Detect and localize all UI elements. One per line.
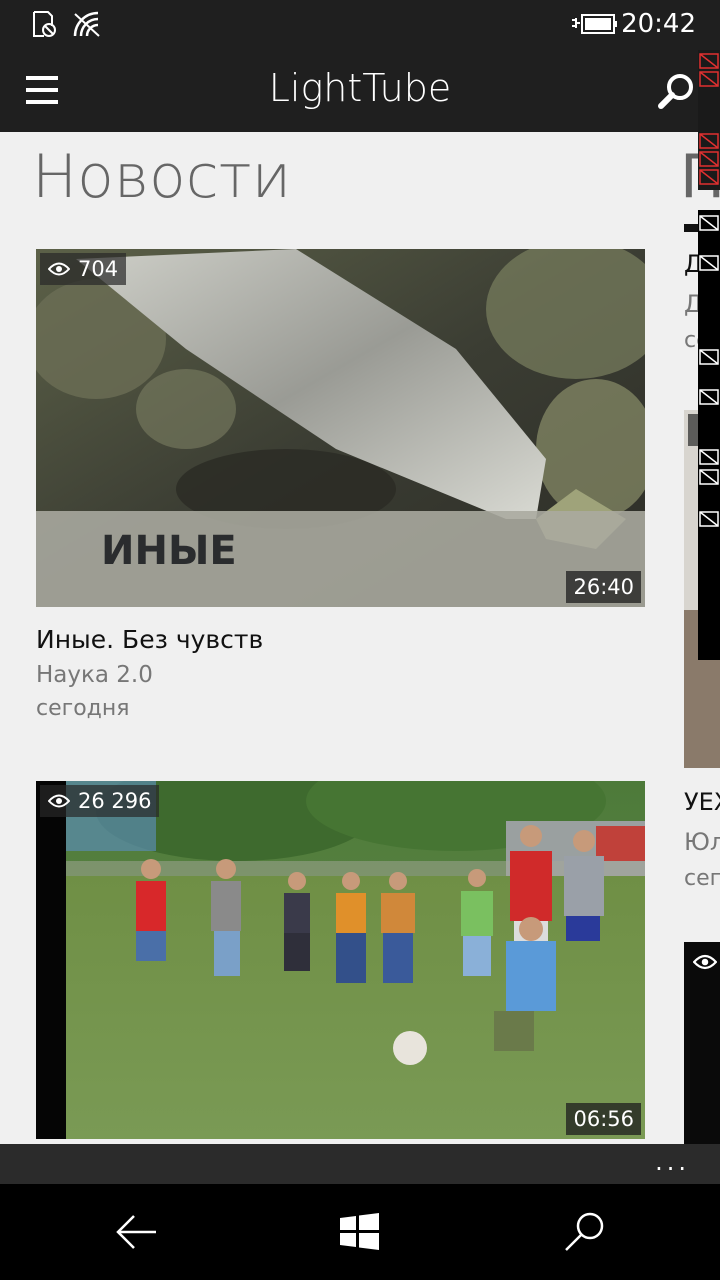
quiet-hours-icon bbox=[33, 11, 56, 37]
video-card[interactable]: 26 296 06:56 bbox=[36, 781, 646, 1139]
view-count: 704 bbox=[78, 257, 119, 281]
more-options-button[interactable]: ... bbox=[655, 1148, 690, 1176]
windows-start-icon[interactable] bbox=[336, 1208, 384, 1256]
duration-badge: 26:40 bbox=[566, 571, 641, 603]
main-content: Новости П bbox=[0, 132, 720, 1144]
clock: 20:42 bbox=[621, 9, 696, 39]
video-thumbnail[interactable]: ИНЫЕ 704 26:40 bbox=[36, 249, 645, 607]
publish-date: сегодня bbox=[36, 696, 130, 721]
search-icon[interactable] bbox=[560, 1208, 608, 1256]
thumbnail-image bbox=[36, 781, 645, 1139]
app-command-bar: ... bbox=[0, 1144, 720, 1184]
video-card[interactable]: ИНЫЕ 704 26:40 Иные. Без чувств Наука 2.… bbox=[36, 249, 646, 721]
peek-date: сег bbox=[684, 866, 720, 891]
thumbnail-overlay-text: ИНЫЕ bbox=[101, 528, 237, 574]
thumbnail-image: ИНЫЕ bbox=[36, 249, 645, 607]
view-count-badge: 26 296 bbox=[40, 785, 160, 817]
eye-icon bbox=[48, 262, 70, 276]
app-bar: LightTube bbox=[0, 50, 720, 132]
video-thumbnail[interactable]: 26 296 06:56 bbox=[36, 781, 645, 1139]
system-nav-bar bbox=[0, 1184, 720, 1280]
debug-overlay-strip bbox=[698, 50, 720, 660]
channel-name: Наука 2.0 bbox=[36, 662, 153, 688]
back-arrow-icon[interactable] bbox=[112, 1208, 160, 1256]
view-count: 26 296 bbox=[78, 789, 152, 813]
pivot-header-news[interactable]: Новости bbox=[32, 142, 291, 212]
battery-charging-icon bbox=[572, 14, 617, 34]
video-title[interactable]: Иные. Без чувств bbox=[36, 625, 646, 654]
app-title: LightTube bbox=[268, 66, 452, 110]
duration-badge: 06:56 bbox=[566, 1103, 641, 1135]
peek-title[interactable]: УЕХ bbox=[684, 788, 720, 816]
peek-thumbnail[interactable] bbox=[684, 942, 720, 1144]
search-icon[interactable] bbox=[656, 72, 696, 112]
view-count-badge: 704 bbox=[40, 253, 127, 285]
peek-channel: Юл bbox=[684, 828, 720, 856]
status-bar: 20:42 bbox=[0, 0, 720, 50]
eye-icon bbox=[48, 794, 70, 808]
eye-icon bbox=[693, 954, 717, 970]
wifi-icon bbox=[73, 11, 100, 37]
